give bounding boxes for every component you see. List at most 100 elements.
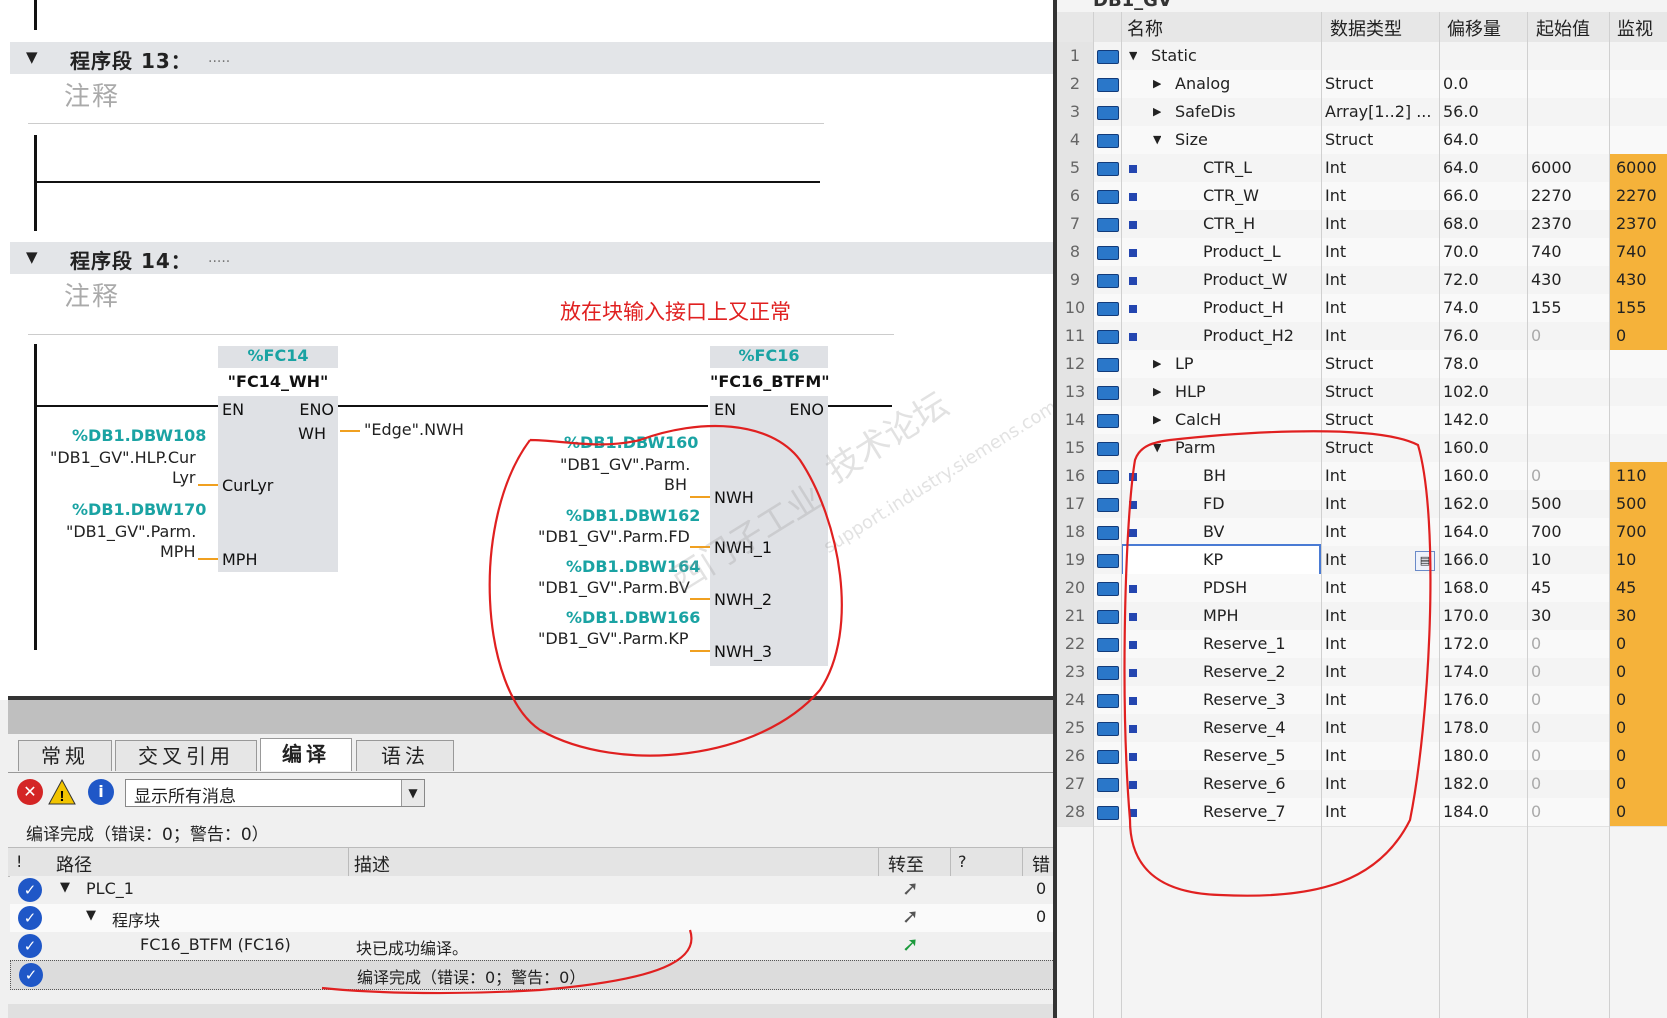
db-element-name[interactable]: Static (1151, 42, 1197, 70)
warning-filter-icon[interactable]: ! (48, 778, 76, 806)
db-element-name[interactable]: Product_H (1203, 294, 1284, 322)
db-row[interactable]: 9 Product_W Int 72.0 430 430 (1057, 266, 1667, 295)
col-name[interactable]: 名称 (1127, 15, 1163, 41)
db-element-name[interactable]: KP (1121, 544, 1321, 576)
db-row[interactable]: 6 CTR_W Int 66.0 2270 2270 (1057, 182, 1667, 211)
db-element-name[interactable]: Reserve_6 (1203, 770, 1286, 798)
fc16-in2-tag[interactable]: "DB1_GV".Parm.FD (538, 527, 690, 546)
retain-marker-icon[interactable] (1129, 501, 1137, 509)
db-element-start-value[interactable]: 0 (1531, 630, 1541, 658)
db-element-type[interactable]: Int (1325, 210, 1437, 238)
retain-marker-icon[interactable] (1129, 473, 1137, 481)
horizontal-scrollbar[interactable] (8, 1004, 1053, 1018)
db-element-name[interactable]: Product_H2 (1203, 322, 1294, 350)
db-element-type[interactable]: Int (1325, 266, 1437, 294)
db-row[interactable]: 21 MPH Int 170.0 30 30 (1057, 602, 1667, 631)
network-comment-dots[interactable]: ..... (208, 50, 230, 66)
db-element-start-value[interactable]: 0 (1531, 462, 1541, 490)
db-element-name[interactable]: FD (1203, 490, 1225, 518)
db-element-start-value[interactable]: 0 (1531, 742, 1541, 770)
db-element-start-value[interactable]: 0 (1531, 322, 1541, 350)
message-row[interactable]: ✓ FC16_BTFM (FC16) 块已成功编译。 ➚ (10, 932, 1053, 960)
db-element-name[interactable]: BH (1203, 462, 1226, 490)
fc16-in3-tag[interactable]: "DB1_GV".Parm.BV (538, 578, 690, 597)
col-start-value[interactable]: 起始值 (1536, 15, 1590, 41)
db-element-name[interactable]: BV (1203, 518, 1224, 546)
fc16-in1-tag-cont[interactable]: BH (664, 475, 687, 494)
db-row[interactable]: 1 ▼ Static (1057, 42, 1667, 71)
col-description[interactable]: 描述 (354, 851, 390, 877)
db-element-type[interactable]: Int (1325, 686, 1437, 714)
retain-marker-icon[interactable] (1129, 249, 1137, 257)
db-row[interactable]: 8 Product_L Int 70.0 740 740 (1057, 238, 1667, 267)
db-element-type[interactable]: Int (1325, 770, 1437, 798)
db-row[interactable]: 24 Reserve_3 Int 176.0 0 0 (1057, 686, 1667, 715)
db-element-name[interactable]: Product_L (1203, 238, 1281, 266)
fc14-in1-tag-cont[interactable]: Lyr (172, 468, 196, 487)
db-element-name[interactable]: Reserve_3 (1203, 686, 1286, 714)
db-element-type[interactable]: Int (1325, 742, 1437, 770)
goto-arrow-icon[interactable]: ➚ (902, 932, 919, 956)
db-row[interactable]: 23 Reserve_2 Int 174.0 0 0 (1057, 658, 1667, 687)
tab-cross-reference[interactable]: 交叉引用 (115, 740, 257, 771)
network-comment-dots[interactable]: ..... (208, 250, 230, 266)
retain-marker-icon[interactable] (1129, 333, 1137, 341)
goto-arrow-icon[interactable]: ➚ (902, 904, 919, 928)
retain-marker-icon[interactable] (1129, 585, 1137, 593)
tab-compile[interactable]: 编译 (260, 738, 352, 771)
db-element-type[interactable]: Int (1325, 518, 1437, 546)
db-element-type[interactable]: Int (1325, 238, 1437, 266)
collapse-triangle-icon[interactable]: ▼ (1153, 434, 1161, 462)
message-row[interactable]: ✓ ▼ 程序块 ➚ 0 (10, 904, 1053, 932)
db-element-start-value[interactable]: 30 (1531, 602, 1551, 630)
db-row[interactable]: 19 KP Int ▤ 166.0 10 10 (1057, 544, 1667, 576)
db-row[interactable]: 25 Reserve_4 Int 178.0 0 0 (1057, 714, 1667, 743)
expand-triangle-icon[interactable]: ▶ (1153, 350, 1161, 378)
db-element-name[interactable]: Reserve_4 (1203, 714, 1286, 742)
db-element-start-value[interactable]: 0 (1531, 686, 1541, 714)
retain-marker-icon[interactable] (1129, 221, 1137, 229)
db-element-name[interactable]: HLP (1175, 378, 1206, 406)
db-element-start-value[interactable]: 500 (1531, 490, 1562, 518)
db-element-name[interactable]: CTR_H (1203, 210, 1255, 238)
db-element-type[interactable]: Struct (1325, 406, 1437, 434)
col-status[interactable]: ! (16, 852, 22, 871)
db-element-type[interactable]: Int (1325, 182, 1437, 210)
retain-marker-icon[interactable] (1129, 809, 1137, 817)
col-datatype[interactable]: 数据类型 (1330, 15, 1402, 41)
ladder-editor[interactable]: ▼ 程序段 13： ..... 注释 ▼ 程序段 14： ..... 注释 放在… (0, 0, 1053, 700)
db-element-type[interactable]: Struct (1325, 70, 1437, 98)
db-element-name[interactable]: CalcH (1175, 406, 1221, 434)
db-element-type[interactable]: Int (1325, 322, 1437, 350)
expand-triangle-icon[interactable]: ▶ (1153, 98, 1161, 126)
db-row[interactable]: 20 PDSH Int 168.0 45 45 (1057, 574, 1667, 603)
expand-triangle-icon[interactable]: ▼ (60, 880, 70, 895)
fc14-block[interactable]: %FC14 "FC14_WH" EN ENO WH CurLyr MPH (218, 346, 338, 572)
col-offset[interactable]: 偏移量 (1447, 15, 1501, 41)
collapse-triangle-icon[interactable]: ▼ (1153, 126, 1161, 154)
db-element-start-value[interactable]: 0 (1531, 770, 1541, 798)
retain-marker-icon[interactable] (1129, 613, 1137, 621)
db-row[interactable]: 22 Reserve_1 Int 172.0 0 0 (1057, 630, 1667, 659)
db-element-start-value[interactable]: 155 (1531, 294, 1562, 322)
db-element-type[interactable]: Struct (1325, 378, 1437, 406)
db-row[interactable]: 7 CTR_H Int 68.0 2370 2370 (1057, 210, 1667, 239)
db-element-name[interactable]: Reserve_7 (1203, 798, 1286, 826)
db-element-start-value[interactable]: 700 (1531, 518, 1562, 546)
db-element-name[interactable]: Size (1175, 126, 1208, 154)
col-path[interactable]: 路径 (56, 851, 92, 877)
fc16-in4-tag[interactable]: "DB1_GV".Parm.KP (538, 629, 688, 648)
message-row[interactable]: ✓ ▼ PLC_1 ➚ 0 (10, 876, 1053, 904)
db-element-name[interactable]: PDSH (1203, 574, 1247, 602)
db-element-type[interactable]: Int (1325, 462, 1437, 490)
retain-marker-icon[interactable] (1129, 697, 1137, 705)
tab-general[interactable]: 常规 (18, 740, 112, 771)
db-element-type[interactable] (1325, 42, 1437, 70)
db-element-name[interactable]: CTR_L (1203, 154, 1252, 182)
retain-marker-icon[interactable] (1129, 305, 1137, 313)
expand-triangle-icon[interactable]: ▶ (1153, 70, 1161, 98)
db-element-type[interactable]: Int (1325, 574, 1437, 602)
db-element-type[interactable]: Int (1325, 154, 1437, 182)
error-filter-icon[interactable]: ✕ (17, 779, 43, 805)
db-element-type[interactable]: Int (1325, 490, 1437, 518)
